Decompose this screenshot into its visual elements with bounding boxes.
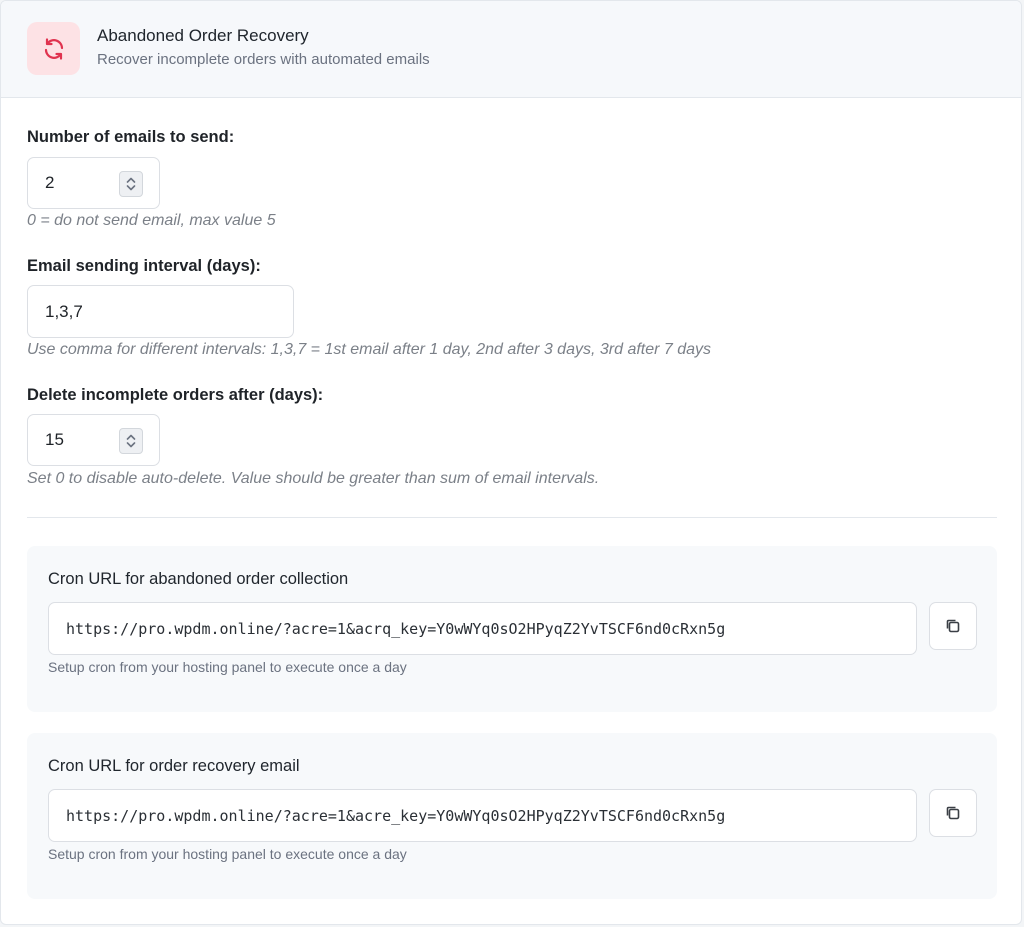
cron-recovery-panel: Cron URL for order recovery email https:… — [27, 733, 997, 899]
delete-after-value: 15 — [45, 430, 64, 449]
copy-icon — [946, 806, 960, 820]
cron-recovery-url-field[interactable]: https://pro.wpdm.online/?acre=1&acre_key… — [48, 789, 917, 842]
cron-collection-url: https://pro.wpdm.online/?acre=1&acrq_key… — [66, 620, 726, 638]
emails-count-label: Number of emails to send: — [27, 128, 235, 146]
cron-collection-help: Setup cron from your hosting panel to ex… — [48, 659, 407, 675]
interval-help: Use comma for different intervals: 1,3,7… — [27, 341, 712, 358]
refresh-icon — [27, 22, 80, 75]
settings-card: Abandoned Order Recovery Recover incompl… — [0, 0, 1022, 925]
delete-after-label: Delete incomplete orders after (days): — [27, 386, 324, 404]
delete-after-stepper[interactable] — [119, 428, 143, 454]
cron-collection-panel: Cron URL for abandoned order collection … — [27, 546, 997, 712]
emails-count-value: 2 — [45, 173, 55, 192]
interval-input[interactable]: 1,3,7 — [27, 285, 294, 338]
interval-label: Email sending interval (days): — [27, 257, 261, 275]
copy-collection-url-button[interactable] — [929, 602, 977, 650]
delete-after-help: Set 0 to disable auto-delete. Value shou… — [27, 470, 600, 487]
page-title: Abandoned Order Recovery — [97, 26, 309, 45]
cron-collection-url-field[interactable]: https://pro.wpdm.online/?acre=1&acrq_key… — [48, 602, 917, 655]
cron-collection-title: Cron URL for abandoned order collection — [48, 570, 349, 588]
cron-recovery-help: Setup cron from your hosting panel to ex… — [48, 846, 407, 862]
emails-count-stepper[interactable] — [119, 171, 143, 197]
divider — [27, 517, 997, 518]
interval-value: 1,3,7 — [45, 302, 83, 321]
emails-count-help: 0 = do not send email, max value 5 — [27, 212, 276, 229]
card-header: Abandoned Order Recovery Recover incompl… — [1, 1, 1021, 98]
cron-recovery-title: Cron URL for order recovery email — [48, 757, 300, 775]
copy-recovery-url-button[interactable] — [929, 789, 977, 837]
emails-count-input[interactable]: 2 — [27, 157, 160, 209]
copy-icon — [946, 619, 960, 633]
page-subtitle: Recover incomplete orders with automated… — [97, 51, 430, 68]
cron-recovery-url: https://pro.wpdm.online/?acre=1&acre_key… — [66, 807, 726, 825]
delete-after-input[interactable]: 15 — [27, 414, 160, 466]
